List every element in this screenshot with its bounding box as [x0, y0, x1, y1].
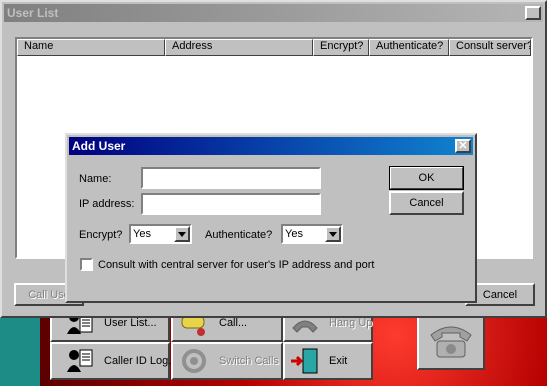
encrypt-select[interactable]: Yes [129, 224, 192, 244]
user-list-close-button[interactable]: ✕ [525, 6, 541, 20]
ip-address-input[interactable] [141, 193, 321, 215]
caller-id-icon [64, 346, 96, 376]
switch-calls-icon [179, 346, 211, 376]
user-list-titlebar: User List ✕ [4, 4, 543, 22]
add-user-dialog: Add User ✕ Name: IP address: Encrypt? Ye… [65, 133, 477, 303]
add-user-cancel-button[interactable]: Cancel [389, 191, 464, 215]
consult-server-checkbox[interactable] [80, 258, 93, 271]
hang-up-tool-label: Hang Up [329, 317, 373, 329]
exit-tool-button[interactable]: Exit [283, 342, 373, 380]
encrypt-label: Encrypt? [79, 229, 123, 241]
answer-phone-button[interactable] [417, 314, 485, 370]
name-label: Name: [79, 173, 112, 185]
add-user-close-button[interactable]: ✕ [455, 139, 471, 153]
column-header-encrypt[interactable]: Encrypt? [313, 39, 369, 56]
column-header-consult-server[interactable]: Consult server? [449, 39, 531, 56]
close-icon: ✕ [528, 6, 538, 19]
authenticate-select[interactable]: Yes [281, 224, 343, 244]
switch-calls-tool-button[interactable]: Switch Calls [171, 342, 283, 380]
list-header: Name Address Encrypt? Authenticate? Cons… [17, 39, 531, 56]
ok-button[interactable]: OK [389, 166, 464, 190]
caller-id-log-tool-label: Caller ID Log... [104, 355, 178, 367]
chevron-down-icon[interactable] [325, 226, 341, 242]
add-user-titlebar: Add User ✕ [69, 137, 473, 155]
column-header-address[interactable]: Address [165, 39, 313, 56]
telephone-icon [427, 321, 475, 364]
close-icon: ✕ [458, 139, 468, 152]
user-list-title: User List [7, 6, 59, 20]
chevron-down-icon[interactable] [174, 226, 190, 242]
user-list-tool-label: User List... [104, 317, 157, 329]
call-tool-label: Call... [219, 317, 248, 329]
caller-id-log-tool-button[interactable]: Caller ID Log... [50, 342, 177, 380]
column-header-name[interactable]: Name [17, 39, 165, 56]
encrypt-value: Yes [133, 228, 151, 240]
name-input[interactable] [141, 167, 321, 189]
column-header-authenticate[interactable]: Authenticate? [369, 39, 449, 56]
add-user-title: Add User [72, 139, 126, 153]
authenticate-value: Yes [285, 228, 303, 240]
exit-door-icon [289, 346, 321, 376]
ip-address-label: IP address: [79, 198, 135, 210]
switch-calls-tool-label: Switch Calls [219, 355, 279, 367]
authenticate-label: Authenticate? [205, 229, 273, 241]
exit-tool-label: Exit [329, 355, 348, 367]
consult-server-label: Consult with central server for user's I… [98, 259, 375, 271]
